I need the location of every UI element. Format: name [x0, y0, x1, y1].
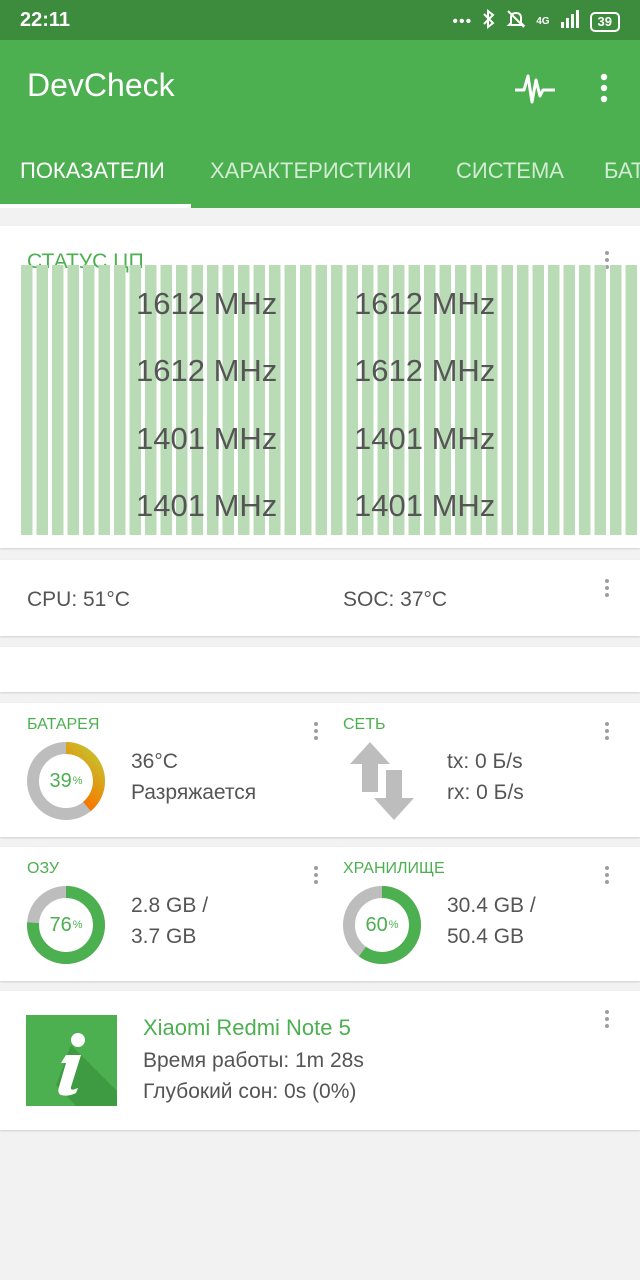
- cpu-bars-svg: [21, 265, 637, 535]
- ram-used: 2.8 GB /: [131, 894, 209, 917]
- battery-donut[interactable]: 39%: [26, 741, 106, 821]
- network-rx: rx: 0 Б/s: [447, 781, 524, 804]
- battery-menu-icon[interactable]: [304, 717, 328, 745]
- cpu-load-bar: [563, 265, 575, 535]
- cpu-load-bar: [98, 265, 110, 535]
- cpu-load-bar: [21, 265, 33, 535]
- ram-menu-icon[interactable]: [304, 861, 328, 889]
- tab-bar: ПОКАЗАТЕЛИ ХАРАКТЕРИСТИКИ СИСТЕМА БАТАРЕ…: [0, 152, 640, 208]
- storage-total: 50.4 GB: [447, 925, 525, 948]
- battery-status-icon: 39: [589, 11, 620, 32]
- tab-indicator: [0, 204, 191, 208]
- cpu-core-1-freq: 1612 MHz: [136, 286, 278, 321]
- cpu-core-4-freq: 1612 MHz: [354, 353, 496, 388]
- app-bar: DevCheck ПОКАЗАТЕЛИ ХАРАКТЕРИСТИКИ СИСТЕ…: [0, 40, 640, 208]
- storage-title: ХРАНИЛИЩЕ: [343, 860, 445, 877]
- cpu-load-bar: [331, 265, 343, 535]
- monitor-pulse-icon[interactable]: [513, 66, 557, 110]
- signal-icon: [560, 10, 580, 33]
- cpu-core-7-freq: 1401 MHz: [136, 488, 278, 523]
- cpu-load-bar: [315, 265, 327, 535]
- cpu-core-3-freq: 1612 MHz: [136, 353, 278, 388]
- cpu-load-bar: [83, 265, 95, 535]
- tab-hardware[interactable]: ХАРАКТЕРИСТИКИ: [210, 152, 412, 208]
- status-time: 22:11: [20, 9, 71, 31]
- network-menu-icon[interactable]: [595, 717, 619, 745]
- cpu-load-bar: [594, 265, 606, 535]
- tab-system[interactable]: СИСТЕМА: [456, 152, 564, 208]
- ram-total: 3.7 GB: [131, 925, 197, 948]
- storage-percent-label: 60%: [365, 913, 399, 936]
- cpu-core-load-bars: [21, 265, 640, 535]
- device-name: Xiaomi Redmi Note 5: [143, 1015, 351, 1040]
- ram-title: ОЗУ: [27, 860, 60, 877]
- device-menu-icon[interactable]: [595, 1005, 619, 1033]
- app-title: DevCheck: [27, 67, 175, 103]
- storage-donut[interactable]: 60%: [342, 885, 422, 965]
- empty-card: [0, 647, 640, 692]
- cpu-load-bar: [610, 265, 622, 535]
- cpu-load-bar: [67, 265, 79, 535]
- tab-battery[interactable]: БАТАРЕЯ: [604, 152, 640, 208]
- ram-donut[interactable]: 76%: [26, 885, 106, 965]
- storage-used: 30.4 GB /: [447, 894, 536, 917]
- silent-bell-icon: [506, 9, 526, 34]
- cpu-temperature: CPU: 51°C: [27, 588, 130, 611]
- cpu-load-bar: [579, 265, 591, 535]
- bluetooth-icon: [482, 8, 496, 34]
- device-deep-sleep: Глубокий сон: 0s (0%): [143, 1080, 357, 1103]
- network-type-label: 4G: [536, 16, 550, 27]
- battery-temperature: 36°C: [131, 750, 178, 773]
- cpu-load-bar: [36, 265, 48, 535]
- status-bar: 22:11 ••• 4G 39: [0, 0, 640, 40]
- device-uptime: Время работы: 1m 28s: [143, 1049, 364, 1072]
- battery-percent-label: 39%: [49, 769, 83, 792]
- cpu-load-bar: [532, 265, 544, 535]
- info-icon: [26, 1015, 117, 1106]
- ram-percent-label: 76%: [49, 913, 83, 936]
- cpu-core-8-freq: 1401 MHz: [354, 488, 496, 523]
- cpu-core-2-freq: 1612 MHz: [354, 286, 496, 321]
- network-arrows-icon: [350, 742, 414, 825]
- cpu-core-5-freq: 1401 MHz: [136, 421, 278, 456]
- cpu-core-6-freq: 1401 MHz: [354, 421, 496, 456]
- battery-state: Разряжается: [131, 781, 257, 804]
- tab-metrics[interactable]: ПОКАЗАТЕЛИ: [20, 152, 165, 208]
- more-notifications-icon: •••: [452, 12, 473, 30]
- temperature-card-menu-icon[interactable]: [595, 574, 619, 602]
- soc-temperature: SOC: 37°C: [343, 588, 448, 611]
- storage-menu-icon[interactable]: [595, 861, 619, 889]
- cpu-load-bar: [625, 265, 637, 535]
- network-tx: tx: 0 Б/s: [447, 750, 523, 773]
- battery-title: БАТАРЕЯ: [27, 716, 100, 733]
- cpu-load-bar: [52, 265, 64, 535]
- network-title: СЕТЬ: [343, 716, 386, 733]
- cpu-load-bar: [548, 265, 560, 535]
- cpu-load-bar: [114, 265, 126, 535]
- status-icons: ••• 4G 39: [452, 8, 620, 34]
- overflow-menu-icon[interactable]: [582, 66, 626, 110]
